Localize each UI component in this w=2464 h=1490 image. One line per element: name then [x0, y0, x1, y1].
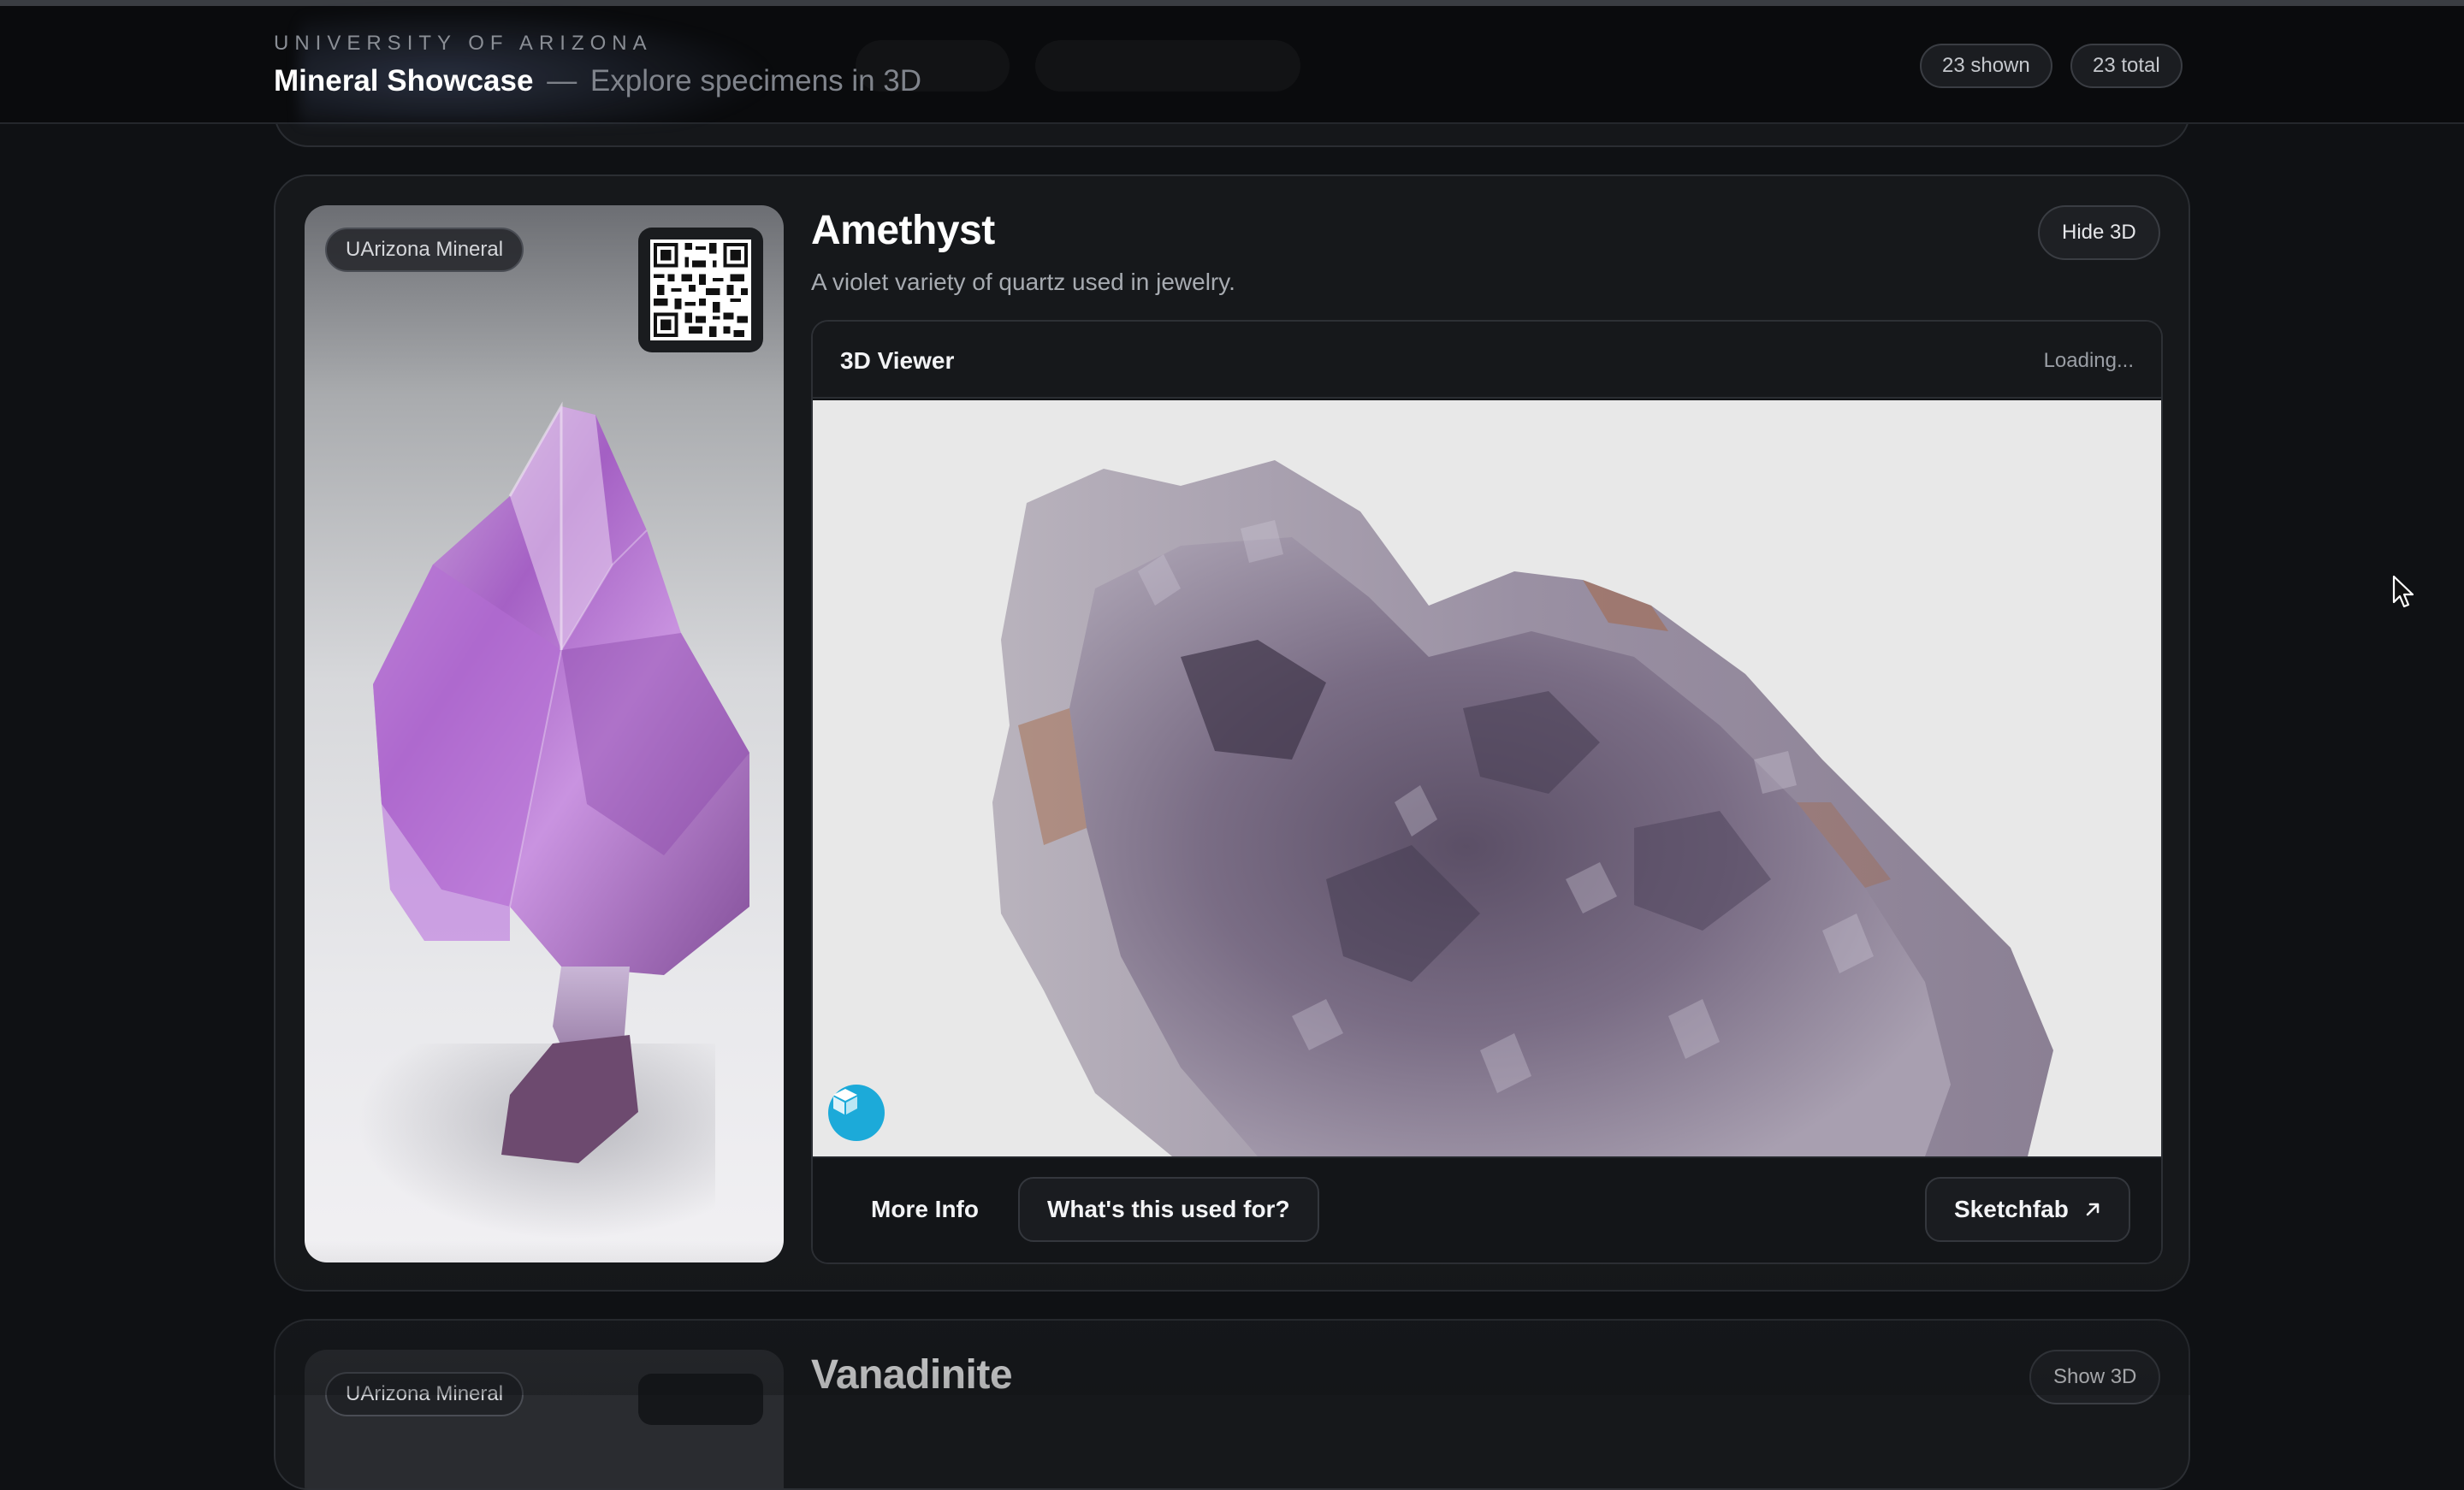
sketchfab-logo-icon[interactable] [828, 1085, 885, 1141]
shown-count-badge: 23 shown [1920, 44, 2052, 88]
app-title: Mineral Showcase [274, 64, 534, 98]
amethyst-crystal-image [373, 401, 749, 1163]
3d-viewer: 3D Viewer Loading... More Info What's th… [811, 320, 2163, 1264]
whats-this-used-for-button[interactable]: What's this used for? [1018, 1177, 1319, 1242]
viewer-loading-status: Loading... [2043, 349, 2134, 372]
title-separator: — [547, 64, 578, 98]
site-header: UNIVERSITY OF ARIZONA Mineral Showcase —… [0, 6, 2464, 124]
qr-code-icon[interactable] [638, 1374, 763, 1425]
source-badge: UArizona Mineral [325, 228, 524, 272]
viewer-header: 3D Viewer Loading... [813, 322, 2161, 399]
mineral-card-amethyst: UArizona Mineral Amethyst A violet varie… [274, 174, 2190, 1292]
sketchfab-link-label: Sketchfab [1954, 1196, 2069, 1222]
amethyst-geode-model [992, 460, 2053, 1156]
viewer-title: 3D Viewer [840, 347, 955, 374]
arrow-up-right-icon [2086, 1203, 2100, 1216]
mineral-photo: UArizona Mineral [305, 205, 784, 1262]
viewer-actions: More Info What's this used for? Sketchfa… [813, 1156, 2161, 1262]
mineral-description: A violet variety of quartz used in jewel… [811, 269, 1235, 295]
more-info-button[interactable]: More Info [842, 1177, 1008, 1242]
mineral-name: Vanadinite [811, 1352, 1013, 1398]
page-title: Mineral Showcase — Explore specimens in … [274, 64, 921, 98]
total-count-badge: 23 total [2070, 44, 2183, 88]
qr-code-icon[interactable] [638, 228, 763, 352]
app-subtitle: Explore specimens in 3D [589, 64, 922, 98]
sketchfab-cube-glyph [833, 1089, 857, 1115]
header-ghost-control [1035, 40, 1300, 92]
window-top-rule [0, 0, 2464, 6]
hide-3d-button[interactable]: Hide 3D [2038, 205, 2160, 260]
university-label: UNIVERSITY OF ARIZONA [274, 32, 653, 55]
show-3d-button[interactable]: Show 3D [2029, 1350, 2161, 1404]
mouse-cursor-icon [2392, 575, 2414, 608]
sketchfab-link-button[interactable]: Sketchfab [1925, 1177, 2130, 1242]
mineral-name: Amethyst [811, 208, 995, 253]
qr-code-graphic [650, 239, 751, 340]
mineral-card-vanadinite: UArizona Mineral Vanadinite Show 3D [274, 1319, 2190, 1490]
source-badge: UArizona Mineral [325, 1372, 524, 1416]
3d-model-viewport[interactable] [813, 400, 2161, 1156]
